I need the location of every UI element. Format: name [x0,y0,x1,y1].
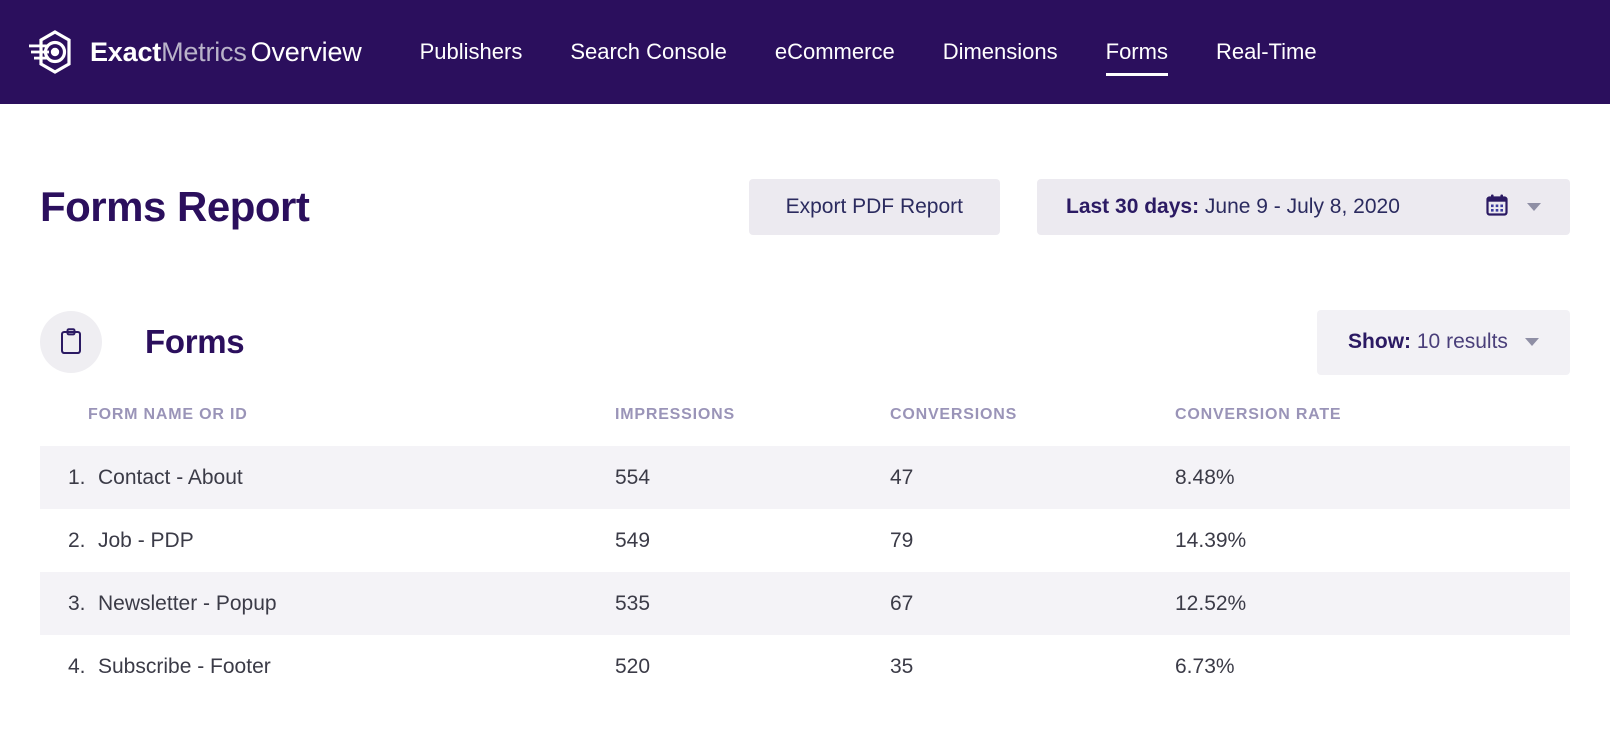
row-rank: 1. [40,446,88,509]
export-pdf-report-button[interactable]: Export PDF Report [748,179,1000,235]
row-conversion-rate: 12.52% [1175,572,1570,635]
brand-metrics: Metrics [161,36,247,67]
table-row[interactable]: 3. Newsletter - Popup 535 67 12.52% [40,572,1570,635]
date-picker-icons [1485,193,1541,222]
nav-item-publishers[interactable]: Publishers [396,0,547,104]
date-range-picker[interactable]: Last 30 days: June 9 - July 8, 2020 [1037,179,1570,235]
nav-item-ecommerce[interactable]: eCommerce [751,0,919,104]
calendar-icon[interactable] [1485,193,1509,222]
chevron-down-icon[interactable] [1527,203,1541,211]
show-results-dropdown[interactable]: Show: 10 results [1317,309,1570,375]
nav-item-dimensions[interactable]: Dimensions [919,0,1082,104]
row-impressions: 520 [615,654,651,678]
nav-item-forms[interactable]: Forms [1082,0,1192,104]
column-header-conversions[interactable]: CONVERSIONS [890,406,1175,446]
show-value: 10 results [1411,330,1508,353]
brand-wordmark[interactable]: Exact Metrics Overview [90,37,362,68]
row-impressions: 554 [615,446,890,509]
table-row[interactable]: 4. Subscribe - Footer 520 35 6.73% [40,635,1570,698]
row-form-name: Contact - About [88,446,615,509]
row-impressions: 535 [615,572,890,635]
column-header-conversion-rate[interactable]: CONVERSION RATE [1175,406,1570,446]
forms-card: Forms Show: 10 results FORM NAME OR ID I… [0,309,1610,698]
row-form-name: Job - PDP [98,528,194,552]
show-label: Show: [1348,330,1412,353]
main-nav: Publishers Search Console eCommerce Dime… [396,0,1341,104]
clipboard-icon [40,311,102,373]
forms-table-head: FORM NAME OR ID IMPRESSIONS CONVERSIONS … [40,406,1570,446]
row-rank: 2. [68,528,86,552]
show-results-text: Show: 10 results [1348,330,1508,354]
date-range-label: Last 30 days: [1066,195,1200,218]
brand-exact: Exact [90,36,162,67]
exactmetrics-hexagon-logo-icon[interactable] [22,21,84,83]
column-header-rank [40,406,88,446]
forms-card-title: Forms [145,323,245,360]
table-header-row: FORM NAME OR ID IMPRESSIONS CONVERSIONS … [40,406,1570,446]
chevron-down-icon[interactable] [1524,338,1539,346]
top-navigation-bar: Exact Metrics Overview Publishers Search… [0,0,1610,104]
page-header: Forms Report Export PDF Report Last 30 d… [0,167,1610,247]
date-range-text: Last 30 days: June 9 - July 8, 2020 [1066,195,1400,219]
row-conversions: 67 [890,572,1175,635]
row-form-name: Subscribe - Footer [98,654,271,678]
date-range-value: June 9 - July 8, 2020 [1199,195,1400,218]
row-conversion-rate: 8.48% [1175,446,1570,509]
nav-item-search-console[interactable]: Search Console [546,0,751,104]
table-row[interactable]: 2. Job - PDP 549 79 14.39% [40,509,1570,572]
forms-card-header: Forms Show: 10 results [40,309,1570,375]
forms-table-body: 1. Contact - About 554 47 8.48% 2. Job -… [40,446,1570,698]
row-form-name: Newsletter - Popup [88,572,615,635]
forms-table: FORM NAME OR ID IMPRESSIONS CONVERSIONS … [40,406,1570,698]
row-conversions: 79 [890,528,914,552]
row-impressions: 549 [615,528,651,552]
row-conversion-rate: 6.73% [1175,654,1235,678]
row-rank: 3. [40,572,88,635]
brand-overview: Overview [250,36,362,67]
header-actions: Export PDF Report Last 30 days: June 9 -… [748,179,1570,235]
column-header-form-name[interactable]: FORM NAME OR ID [88,406,615,446]
row-conversion-rate: 14.39% [1175,528,1247,552]
nav-item-real-time[interactable]: Real-Time [1192,0,1341,104]
row-conversions: 35 [890,654,914,678]
page-title: Forms Report [40,183,310,230]
row-conversions: 47 [890,446,1175,509]
row-rank: 4. [68,654,86,678]
table-row[interactable]: 1. Contact - About 554 47 8.48% [40,446,1570,509]
column-header-impressions[interactable]: IMPRESSIONS [615,406,890,446]
